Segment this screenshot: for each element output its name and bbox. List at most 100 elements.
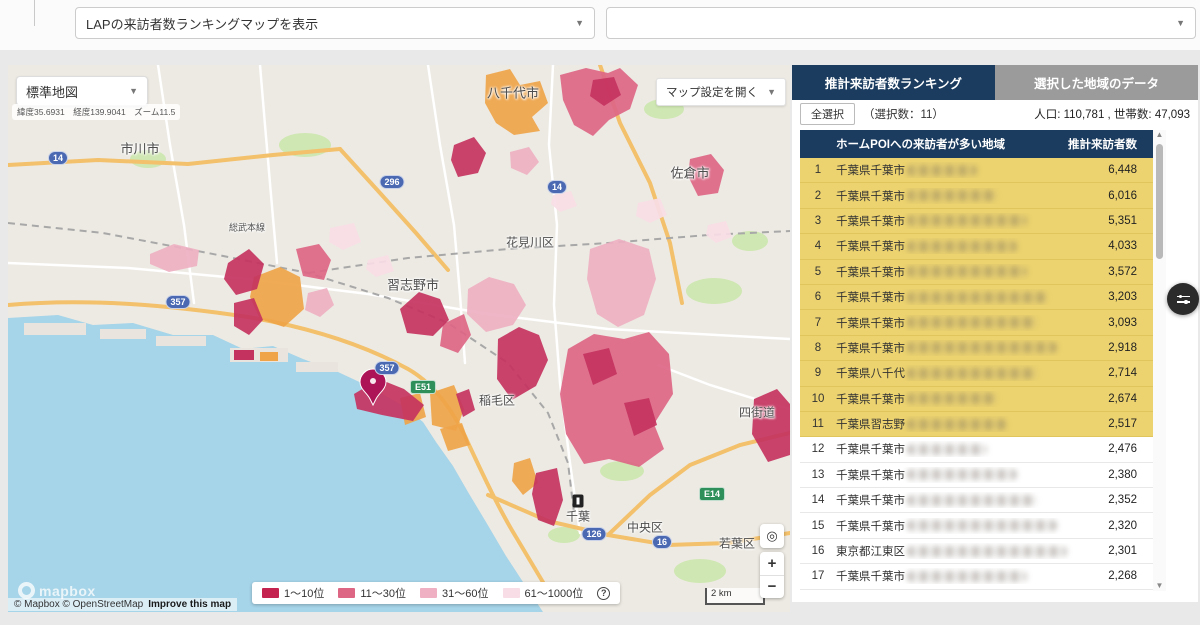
row-value: 2,268 (1108, 570, 1153, 582)
scroll-up-arrow[interactable]: ▲ (1153, 130, 1166, 140)
road-shield: E14 (699, 487, 725, 501)
selection-count: （選択数：11） (863, 106, 944, 122)
row-value: 3,572 (1108, 266, 1153, 278)
row-region-redacted (907, 342, 1057, 353)
row-value: 6,016 (1108, 190, 1153, 202)
ranking-panel: 推計来訪者数ランキング 選択した地域のデータ 全選択 （選択数：11） 人口: … (792, 65, 1198, 602)
row-region-redacted (907, 546, 1067, 557)
map-style-value: 標準地図 (26, 82, 78, 101)
header-value: 推計来訪者数 (1068, 136, 1137, 152)
zoom-in-button[interactable]: + (760, 552, 784, 576)
row-value: 2,918 (1108, 342, 1153, 354)
row-rank: 8 (800, 342, 836, 354)
panel-options-button[interactable] (1167, 283, 1199, 315)
table-row[interactable]: 13千葉県千葉市2,380 (800, 463, 1153, 488)
table-row[interactable]: 10千葉県千葉市2,674 (800, 387, 1153, 412)
row-rank: 5 (800, 266, 836, 278)
table-row[interactable]: 5千葉県千葉市3,572 (800, 260, 1153, 285)
select-all-button[interactable]: 全選択 (800, 103, 855, 125)
scrollbar-thumb[interactable] (1156, 144, 1163, 259)
mapbox-wordmark: mapbox (39, 583, 96, 599)
toolbar-divider (34, 0, 35, 26)
row-rank: 4 (800, 240, 836, 252)
row-region: 千葉県八千代 (836, 365, 1108, 381)
table-row[interactable]: 17千葉県千葉市 2,268 (800, 564, 1153, 589)
legend-label: 31〜60位 (442, 585, 488, 601)
zoom-out-button[interactable]: − (760, 576, 784, 599)
scroll-down-arrow[interactable]: ▼ (1153, 581, 1166, 591)
geolocate-button[interactable]: ◎ (760, 524, 784, 548)
table-row[interactable]: 3千葉県千葉市5,351 (800, 209, 1153, 234)
row-rank: 17 (800, 570, 836, 582)
row-region-redacted (907, 469, 1017, 480)
attribution-text[interactable]: © Mapbox © OpenStreetMap (14, 599, 143, 610)
row-value: 2,517 (1108, 418, 1153, 430)
legend-item: 61〜1000位 (503, 585, 584, 601)
tab-selected-area-data[interactable]: 選択した地域のデータ (995, 65, 1198, 100)
table-row[interactable]: 16東京都江東区 2,301 (800, 539, 1153, 564)
map-art (8, 65, 790, 612)
row-value: 5,351 (1108, 215, 1153, 227)
row-rank: 16 (800, 545, 836, 557)
help-icon[interactable]: ? (597, 587, 610, 600)
row-region-redacted (907, 571, 1027, 582)
top-toolbar: LAPの来訪者数ランキングマップを表示 ▼ ▼ (0, 0, 1200, 50)
row-rank: 11 (800, 418, 836, 430)
row-region: 千葉県千葉市 (836, 238, 1108, 254)
row-region-text: 東京都江東区 (836, 543, 905, 559)
road-shield: E51 (410, 380, 436, 394)
legend-item: 1〜10位 (262, 585, 324, 601)
row-region-text: 千葉県千葉市 (836, 518, 905, 534)
row-region: 千葉県千葉市 (836, 492, 1108, 508)
map-settings-select[interactable]: マップ設定を開く ▼ (656, 78, 786, 106)
table-row[interactable]: 11千葉県習志野2,517 (800, 412, 1153, 437)
row-region: 千葉県習志野 (836, 416, 1108, 432)
row-region-text: 千葉県千葉市 (836, 340, 905, 356)
road-shield: 296 (379, 175, 404, 189)
map-attribution: © Mapbox © OpenStreetMap Improve this ma… (8, 598, 237, 611)
table-row[interactable]: 2千葉県千葉市6,016 (800, 183, 1153, 208)
table-row[interactable]: 15千葉県千葉市2,320 (800, 513, 1153, 538)
legend-item: 11〜30位 (338, 585, 406, 601)
map-mode-select-value: LAPの来訪者数ランキングマップを表示 (86, 14, 318, 33)
table-row[interactable]: 9千葉県八千代2,714 (800, 361, 1153, 386)
row-rank: 13 (800, 469, 836, 481)
tab-ranking[interactable]: 推計来訪者数ランキング (792, 65, 995, 100)
table-row[interactable]: 14千葉県千葉市2,352 (800, 488, 1153, 513)
legend-items: 1〜10位 11〜30位 31〜60位 61〜1000位 (262, 585, 583, 601)
map-style-select[interactable]: 標準地図 ▼ (16, 76, 148, 106)
improve-map-link[interactable]: Improve this map (148, 599, 231, 610)
row-value: 2,301 (1108, 545, 1153, 557)
row-value: 6,448 (1108, 164, 1153, 176)
row-rank: 1 (800, 164, 836, 176)
road-shield: 14 (547, 180, 567, 194)
table-row[interactable]: 12千葉県千葉市2,476 (800, 437, 1153, 462)
road-shield: 14 (48, 151, 68, 165)
table-row[interactable]: 7千葉県千葉市3,093 (800, 310, 1153, 335)
map-mode-select[interactable]: LAPの来訪者数ランキングマップを表示 ▼ (75, 7, 595, 39)
row-region-redacted (907, 241, 1017, 252)
table-row[interactable]: 1千葉県千葉市6,448 (800, 158, 1153, 183)
row-value: 2,320 (1108, 520, 1153, 532)
legend-label: 11〜30位 (360, 585, 406, 601)
row-region-text: 千葉県千葉市 (836, 568, 905, 584)
row-region-text: 千葉県千葉市 (836, 238, 905, 254)
map-status-bar: 緯度35.6931 経度139.9041 ズーム11.5 (12, 104, 180, 120)
table-header: ホームPOIへの来訪者が多い地域 推計来訪者数 (800, 130, 1153, 158)
mapbox-roundel-icon (18, 582, 35, 599)
mapbox-logo[interactable]: mapbox (18, 582, 96, 599)
row-region-redacted (907, 495, 1037, 506)
table-row[interactable]: 4千葉県千葉市4,033 (800, 234, 1153, 259)
legend-label: 61〜1000位 (525, 585, 584, 601)
table-row[interactable]: 6千葉県千葉市3,203 (800, 285, 1153, 310)
row-region: 千葉県千葉市 (836, 391, 1108, 407)
row-region-redacted (907, 520, 1057, 531)
map-canvas[interactable]: 市川市八千代市佐倉市習志野市花見川区稲毛区中央区若葉区四街道千葉総武本線 142… (8, 65, 790, 612)
population-stats: 人口: 110,781 , 世帯数: 47,093 (1034, 106, 1190, 122)
row-region-redacted (907, 292, 1047, 303)
row-region: 千葉県千葉市 (836, 568, 1108, 584)
table-row[interactable]: 8千葉県千葉市 2,918 (800, 336, 1153, 361)
panel-tabs: 推計来訪者数ランキング 選択した地域のデータ (792, 65, 1198, 100)
secondary-select[interactable]: ▼ (606, 7, 1196, 39)
row-region-redacted (907, 317, 1037, 328)
